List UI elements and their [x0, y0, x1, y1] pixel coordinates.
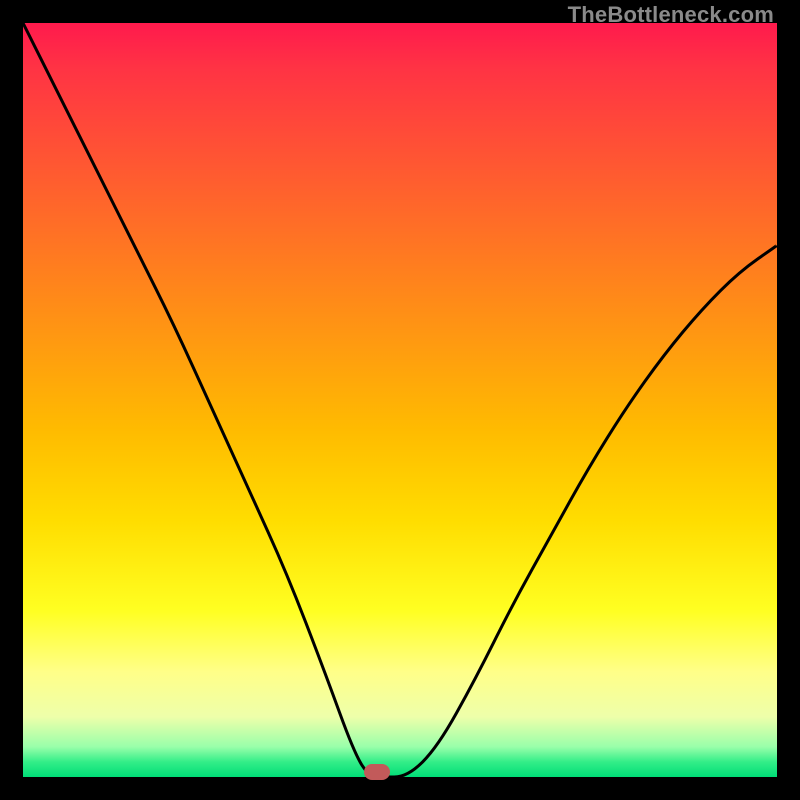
optimal-marker [364, 764, 390, 780]
outer-frame: TheBottleneck.com [0, 0, 800, 800]
watermark-text: TheBottleneck.com [568, 2, 774, 28]
curve-svg [23, 23, 777, 777]
plot-area [23, 23, 777, 777]
bottleneck-curve [23, 23, 777, 777]
